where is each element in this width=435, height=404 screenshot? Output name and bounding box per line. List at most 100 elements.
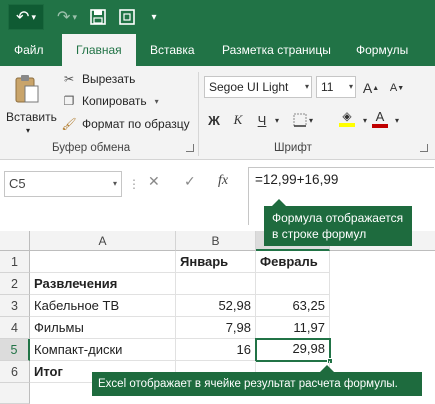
- column-header-b[interactable]: B: [176, 231, 256, 251]
- row-header-6[interactable]: 6: [0, 361, 30, 383]
- copy-button[interactable]: ❐ Копировать ▾: [62, 94, 159, 108]
- row-header-4[interactable]: 4: [0, 317, 30, 339]
- font-name-select[interactable]: Segoe UI Light ▾: [204, 76, 312, 98]
- screen-frame-icon: [119, 9, 135, 25]
- cell-b3[interactable]: 52,98: [176, 295, 256, 317]
- cell-b4[interactable]: 7,98: [176, 317, 256, 339]
- redo-icon: ↷: [57, 9, 71, 26]
- borders-icon: [293, 113, 307, 127]
- cell-c2[interactable]: [256, 273, 330, 295]
- format-painter-label: Формат по образцу: [82, 117, 190, 131]
- chevron-down-icon: ▾: [72, 11, 77, 22]
- name-box-value: C5: [9, 176, 26, 191]
- fill-color-button[interactable]: ◈: [334, 108, 360, 128]
- undo-button[interactable]: ↶ ▾: [8, 4, 44, 30]
- cell-result-callout: Excel отображает в ячейке результат расч…: [92, 365, 422, 396]
- name-box[interactable]: C5 ▾: [4, 171, 122, 197]
- clipboard-group-label: Буфер обмена: [52, 142, 131, 154]
- column-header-a[interactable]: A: [30, 231, 176, 251]
- callout-text: Формула отображается в строке формул: [272, 211, 404, 241]
- copy-label: Копировать: [82, 94, 147, 108]
- row-header-5[interactable]: 5: [0, 339, 30, 361]
- chevron-down-icon: ▾: [26, 126, 31, 135]
- save-icon: [90, 9, 106, 25]
- cell-a4[interactable]: Фильмы: [30, 317, 176, 339]
- tab-page-layout[interactable]: Разметка страницы: [222, 34, 331, 66]
- formula-bar-grip-icon: ⋮: [128, 177, 141, 191]
- chevron-down-icon: ▾: [112, 179, 117, 188]
- font-launcher-icon[interactable]: [420, 144, 428, 152]
- cell-b5[interactable]: 16: [176, 339, 256, 361]
- quick-access-toolbar: ↶ ▾ ↷ ▾ ▾: [0, 0, 435, 34]
- grow-font-button[interactable]: A ▲: [362, 78, 380, 98]
- font-group-label: Шрифт: [274, 142, 312, 154]
- shrink-font-button[interactable]: A ▼: [388, 78, 406, 98]
- borders-button[interactable]: ▾: [290, 110, 316, 130]
- row-header-1[interactable]: 1: [0, 251, 30, 273]
- shrink-font-icon: A: [389, 82, 398, 94]
- undo-icon: ↶: [16, 9, 30, 26]
- customize-dropdown-icon: ▾: [151, 11, 157, 23]
- font-name-value: Segoe UI Light: [209, 80, 289, 94]
- select-all-button[interactable]: [0, 231, 30, 251]
- insert-function-button[interactable]: fx: [218, 173, 228, 189]
- cell-c5-active[interactable]: 29,98: [255, 338, 331, 362]
- chevron-down-icon: ▾: [348, 82, 353, 91]
- cut-button[interactable]: ✂ Вырезать: [62, 72, 135, 86]
- font-size-value: 11: [321, 80, 334, 94]
- font-color-icon: A: [375, 108, 385, 124]
- screen-frame-button[interactable]: [116, 4, 138, 30]
- row-header-2[interactable]: 2: [0, 273, 30, 295]
- ribbon-home: Вставить ▾ ✂ Вырезать ❐ Копировать ▾ 🖌 Форма…: [0, 66, 435, 160]
- italic-button[interactable]: К: [230, 110, 246, 130]
- cell-a5[interactable]: Компакт-диски: [30, 339, 176, 361]
- cut-label: Вырезать: [82, 72, 136, 86]
- font-color-button[interactable]: A: [370, 108, 390, 128]
- paintbrush-icon: 🖌: [61, 117, 77, 131]
- tab-formulas[interactable]: Формулы: [356, 34, 408, 66]
- check-icon: ✓: [184, 173, 196, 189]
- tab-file[interactable]: Файл: [14, 34, 44, 66]
- cell-a3[interactable]: Кабельное ТВ: [30, 295, 176, 317]
- font-color-swatch: [372, 123, 388, 128]
- cancel-button[interactable]: ✕: [148, 173, 160, 190]
- chevron-down-icon: ▾: [308, 115, 313, 125]
- cell-a2[interactable]: Развлечения: [30, 273, 176, 295]
- callout-pointer: [272, 199, 286, 206]
- grow-font-icon: A: [362, 80, 373, 96]
- cell-a1[interactable]: [30, 251, 176, 273]
- redo-button[interactable]: ↷ ▾: [52, 4, 82, 30]
- group-divider: [198, 72, 199, 156]
- paint-bucket-icon: ◈: [342, 109, 352, 123]
- cell-c1[interactable]: Февраль: [256, 251, 330, 273]
- format-painter-button[interactable]: 🖌 Формат по образцу: [61, 117, 190, 131]
- font-size-select[interactable]: 11 ▾: [316, 76, 356, 98]
- chevron-down-icon[interactable]: ▾: [272, 110, 282, 130]
- cell-c3[interactable]: 63,25: [256, 295, 330, 317]
- tab-home[interactable]: Главная: [62, 34, 136, 66]
- row-header-7[interactable]: [0, 383, 30, 404]
- save-button[interactable]: [88, 4, 108, 30]
- fill-color-swatch: [339, 123, 355, 127]
- enter-button[interactable]: ✓: [184, 173, 196, 190]
- chevron-down-icon: ▾: [31, 11, 36, 22]
- formula-bar-callout: Формула отображается в строке формул: [264, 199, 412, 246]
- paste-icon: [15, 75, 39, 103]
- cell-b1[interactable]: Январь: [176, 251, 256, 273]
- row-header-3[interactable]: 3: [0, 295, 30, 317]
- cell-c4[interactable]: 11,97: [256, 317, 330, 339]
- paste-label: Вставить: [6, 110, 57, 124]
- bold-button[interactable]: Ж: [206, 110, 222, 130]
- chevron-down-icon: ▾: [154, 96, 159, 106]
- callout-pointer: [320, 365, 334, 372]
- clipboard-launcher-icon[interactable]: [186, 144, 194, 152]
- callout-text: Excel отображает в ячейке результат расч…: [98, 378, 398, 390]
- chevron-down-icon[interactable]: ▾: [392, 110, 402, 130]
- scissors-icon: ✂: [63, 72, 75, 86]
- copy-icon: ❐: [63, 94, 75, 108]
- customize-toolbar-button[interactable]: ▾: [146, 4, 162, 30]
- chevron-down-icon[interactable]: ▾: [360, 110, 370, 130]
- underline-button[interactable]: Ч: [254, 110, 270, 130]
- cell-b2[interactable]: [176, 273, 256, 295]
- tab-insert[interactable]: Вставка: [150, 34, 195, 66]
